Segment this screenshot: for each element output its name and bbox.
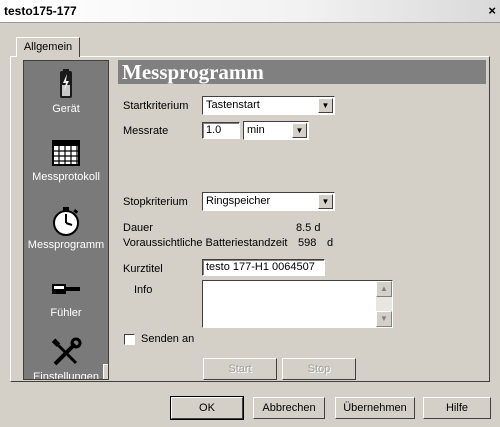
sidebar-item-label: Messprotokoll <box>32 171 100 183</box>
window-title: testo175-177 <box>4 4 77 18</box>
stop-criterion-value: Ringspeicher <box>206 195 271 207</box>
close-icon[interactable]: × <box>488 3 496 18</box>
sidebar-item-messprotokoll[interactable]: Messprotokoll <box>24 137 108 183</box>
send-label: Senden an <box>141 333 195 345</box>
help-button[interactable]: Hilfe <box>423 397 491 419</box>
chevron-down-icon[interactable]: ▼ <box>318 98 333 113</box>
chevron-down-icon[interactable]: ▼ <box>318 194 333 209</box>
sidebar: Gerät Messprotokoll Messprogramm Fühler … <box>23 60 109 380</box>
battery-device-icon <box>60 69 72 98</box>
sidebar-item-fuehler[interactable]: Fühler <box>24 273 108 319</box>
rate-input[interactable]: 1.0 <box>202 122 240 139</box>
scroll-down-icon[interactable]: ▼ <box>376 311 392 327</box>
send-checkbox[interactable] <box>124 334 135 345</box>
cancel-button[interactable]: Abbrechen <box>253 397 325 419</box>
title-bar: testo175-177 × <box>0 0 500 23</box>
info-scrollbar[interactable]: ▲ ▼ <box>376 281 392 327</box>
rate-unit-value: min <box>247 124 265 136</box>
apply-button[interactable]: Übernehmen <box>335 397 415 419</box>
probe-icon <box>52 284 80 294</box>
rate-unit-select[interactable]: min ▼ <box>243 121 309 140</box>
sidebar-scroll-down-button[interactable]: ▼ <box>103 364 108 379</box>
sidebar-item-label: Einstellungen <box>32 371 100 380</box>
short-title-label: Kurztitel <box>123 263 163 275</box>
page-title: Messprogramm <box>118 60 486 84</box>
duration-label: Dauer <box>123 222 153 234</box>
start-criterion-select[interactable]: Tastenstart ▼ <box>202 96 335 115</box>
stop-criterion-select[interactable]: Ringspeicher ▼ <box>202 192 335 211</box>
tools-icon <box>51 337 82 366</box>
rate-label: Messrate <box>123 125 169 137</box>
battery-life-value: 598 <box>298 237 317 249</box>
start-criterion-label: Startkriterium <box>123 100 189 112</box>
duration-value: 8.5 d <box>296 222 321 234</box>
sidebar-item-geraet[interactable]: Gerät <box>24 69 108 115</box>
scroll-up-icon[interactable]: ▲ <box>376 281 392 297</box>
battery-life-label: Voraussichtliche Batteriestandzeit <box>123 237 288 249</box>
table-grid-icon <box>52 140 80 166</box>
battery-life-unit: d <box>327 237 334 249</box>
sidebar-item-label: Gerät <box>52 103 80 115</box>
tab-allgemein[interactable]: Allgemein <box>16 37 80 57</box>
sidebar-item-label: Fühler <box>50 307 82 319</box>
stop-criterion-label: Stopkriterium <box>123 196 188 208</box>
ok-button[interactable]: OK <box>170 396 244 420</box>
sidebar-item-label: Messprogramm <box>27 239 105 251</box>
chevron-down-icon[interactable]: ▼ <box>292 123 307 138</box>
sidebar-item-messprogramm[interactable]: Messprogramm <box>24 205 108 251</box>
short-title-input[interactable]: testo 177-H1 0064507 <box>202 259 325 276</box>
tab-panel: Gerät Messprotokoll Messprogramm Fühler … <box>10 56 490 382</box>
start-button[interactable]: Start <box>203 358 277 380</box>
info-label: Info <box>134 284 153 296</box>
stopwatch-icon <box>53 207 79 236</box>
sidebar-item-einstellungen[interactable]: Einstellungen <box>24 337 108 380</box>
start-criterion-value: Tastenstart <box>206 99 260 111</box>
stop-button[interactable]: Stop <box>282 358 356 380</box>
info-textarea[interactable]: ▲ ▼ <box>202 280 393 328</box>
